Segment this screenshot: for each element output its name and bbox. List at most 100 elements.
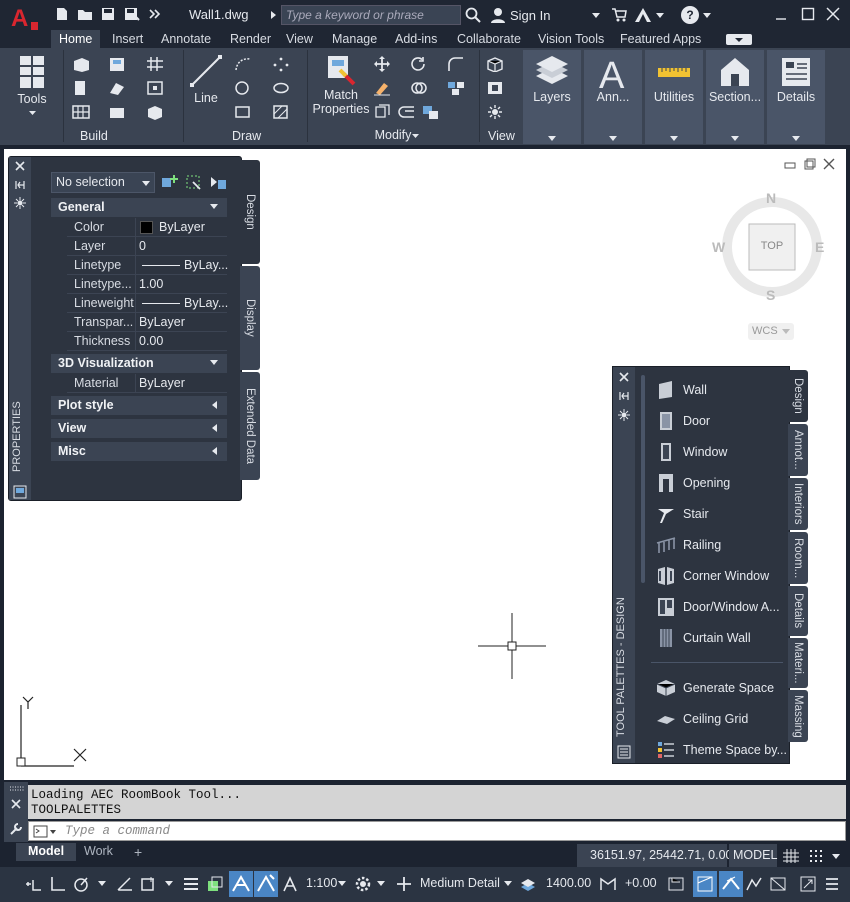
select-objects-icon[interactable] [185, 174, 203, 191]
line-button[interactable]: Line [188, 54, 224, 105]
chevron-down-icon[interactable] [210, 204, 218, 209]
tab-add-ins[interactable]: Add-ins [387, 30, 445, 48]
save-as-icon[interactable] [124, 7, 140, 21]
window-tool-icon[interactable] [72, 80, 90, 96]
tool-generate-space[interactable]: Generate Space [655, 676, 774, 700]
annotation-visibility-button[interactable] [229, 871, 253, 897]
box-tool-icon[interactable] [146, 104, 164, 120]
more-quick-access-icon[interactable] [149, 7, 161, 21]
wcs-menu[interactable]: WCS [748, 323, 794, 340]
sign-in-link[interactable]: Sign In [510, 8, 550, 23]
chevron-down-icon[interactable] [703, 13, 711, 18]
category-misc[interactable]: Misc [51, 442, 227, 461]
compass-south[interactable]: S [766, 287, 775, 303]
wrench-icon[interactable] [9, 822, 23, 836]
tab-insert[interactable]: Insert [104, 30, 151, 48]
tool-door[interactable]: Door [655, 409, 710, 433]
search-icon[interactable] [465, 7, 481, 23]
grid-tool-icon[interactable] [146, 56, 164, 72]
door-tool-icon[interactable] [108, 56, 126, 72]
chevron-down-icon[interactable] [592, 13, 600, 18]
section-panel[interactable]: Section... [706, 50, 764, 144]
minimize-icon[interactable] [775, 7, 787, 21]
layout-tab-model[interactable]: Model [16, 843, 77, 861]
tool-curtain-wall[interactable]: Curtain Wall [655, 626, 751, 650]
arc-tool-icon[interactable] [234, 56, 252, 72]
viewport-restore-icon[interactable] [804, 158, 816, 170]
property-row-thickness[interactable]: Thickness 0.00 [67, 332, 227, 351]
selection-dropdown[interactable]: No selection [51, 172, 155, 193]
chevron-left-icon[interactable] [212, 401, 217, 409]
palette-tab-roombook[interactable]: Room... [788, 532, 808, 584]
viewcube[interactable]: N S E W TOP [712, 190, 832, 310]
model-space-toggle[interactable]: MODEL [729, 844, 777, 867]
circle-tool-icon[interactable] [234, 80, 252, 96]
cart-icon[interactable] [611, 8, 627, 22]
chevron-down-icon[interactable] [377, 881, 385, 886]
grip-icon[interactable] [9, 786, 25, 792]
tool-window[interactable]: Window [655, 440, 727, 464]
tool-door-window-assembly[interactable]: Door/Window A... [655, 595, 780, 619]
chevron-down-icon[interactable] [338, 881, 346, 886]
auto-scale-button[interactable] [254, 871, 278, 897]
elevation-offset-value[interactable]: +0.00 [625, 876, 657, 890]
palette-tab-materials[interactable]: Materi... [788, 638, 808, 688]
wall-tool-icon[interactable] [72, 56, 90, 72]
add-icon[interactable] [396, 876, 412, 892]
new-layout-button[interactable]: + [122, 843, 154, 861]
ellipse-tool-icon[interactable] [272, 80, 290, 96]
close-icon[interactable] [10, 798, 22, 810]
details-panel[interactable]: Details [767, 50, 825, 144]
tab-view[interactable]: View [278, 30, 321, 48]
curtain-wall-icon[interactable] [72, 104, 90, 120]
tool-theme-space[interactable]: Theme Space by... [655, 738, 787, 762]
tab-manage[interactable]: Manage [324, 30, 385, 48]
save-icon[interactable] [101, 7, 115, 21]
chevron-down-icon[interactable] [210, 360, 218, 365]
chevron-down-icon[interactable] [29, 111, 36, 115]
category-view[interactable]: View [51, 419, 227, 438]
scale-tool-icon[interactable] [422, 104, 440, 120]
tab-annotate[interactable]: Annotate [153, 30, 219, 48]
orbit-tool-icon[interactable] [486, 80, 504, 96]
viewport-minimize-icon[interactable] [784, 159, 796, 171]
stair-tool-icon[interactable] [108, 80, 126, 96]
properties-tab-display[interactable]: Display [240, 266, 260, 370]
chevron-down-icon[interactable] [656, 13, 664, 18]
tool-railing[interactable]: Railing [655, 533, 721, 557]
fullscreen-icon[interactable] [800, 876, 816, 892]
tab-collaborate[interactable]: Collaborate [449, 30, 529, 48]
copy-tool-icon[interactable] [410, 80, 428, 96]
category-plot-style[interactable]: Plot style [51, 396, 227, 415]
property-row-layer[interactable]: Layer 0 [67, 237, 227, 256]
chevron-down-icon[interactable] [98, 881, 106, 886]
quick-select-icon[interactable] [209, 174, 227, 191]
modify-panel-label[interactable]: Modify [368, 128, 418, 142]
palette-settings-icon[interactable] [618, 409, 630, 421]
chevron-down-icon[interactable] [832, 854, 840, 859]
fillet-tool-icon[interactable] [447, 56, 465, 72]
tab-featured-apps[interactable]: Featured Apps [612, 30, 709, 48]
compass-north[interactable]: N [766, 190, 776, 206]
auto-hide-icon[interactable] [618, 390, 630, 402]
palette-tab-design[interactable]: Design [788, 370, 808, 422]
property-row-linetype[interactable]: Linetype ByLay... [67, 256, 228, 275]
palette-tab-details[interactable]: Details [788, 586, 808, 636]
rotate-tool-icon[interactable] [410, 56, 428, 72]
elevation-value[interactable]: 1400.00 [546, 876, 591, 890]
palette-tab-annotation[interactable]: Annot... [788, 424, 808, 476]
tab-vision-tools[interactable]: Vision Tools [530, 30, 612, 48]
auto-hide-icon[interactable] [14, 179, 26, 191]
workspace-gear-icon[interactable] [355, 876, 371, 892]
tool-ceiling-grid[interactable]: Ceiling Grid [655, 707, 748, 731]
search-input[interactable]: Type a keyword or phrase [281, 5, 461, 25]
property-row-color[interactable]: Color ByLayer [67, 218, 227, 237]
object-snap-icon[interactable] [140, 876, 158, 892]
toggle-pickadd-icon[interactable] [161, 174, 179, 191]
property-row-lineweight[interactable]: Lineweight ByLay... [67, 294, 228, 313]
layout-tab-work[interactable]: Work [72, 843, 125, 861]
property-row-material[interactable]: Material ByLayer [67, 374, 227, 393]
isodraft-icon[interactable] [116, 876, 134, 892]
hatch-tool-icon[interactable] [272, 104, 290, 120]
autodesk-a360-icon[interactable] [634, 7, 652, 23]
